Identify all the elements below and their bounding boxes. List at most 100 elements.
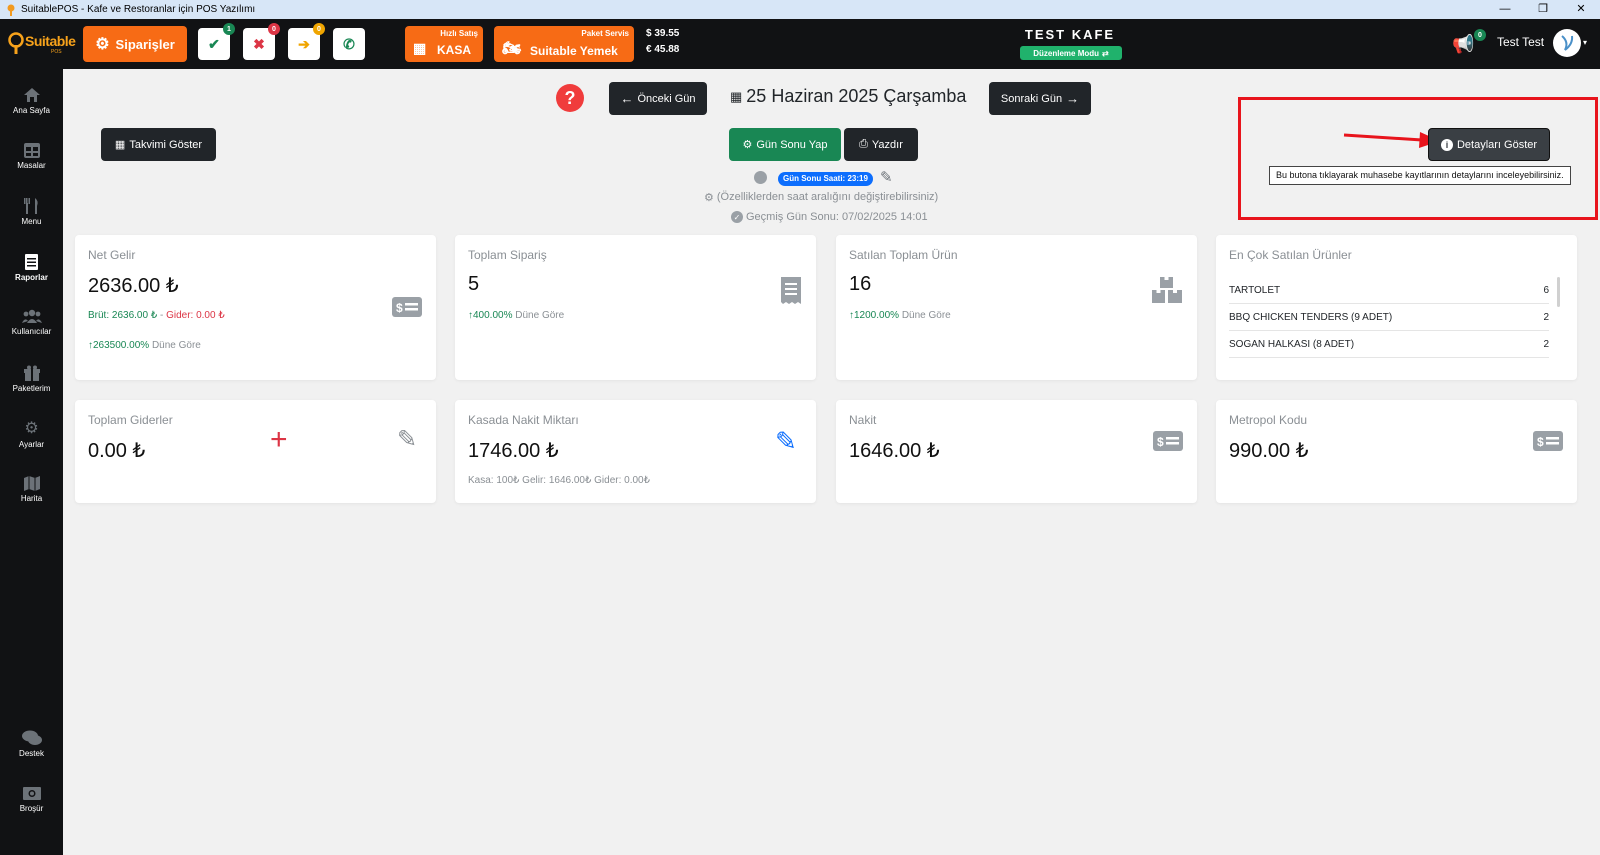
sidebar-item-support[interactable]: Destek — [0, 730, 63, 780]
separator: - — [157, 310, 167, 321]
maximize-button[interactable]: ❐ — [1524, 0, 1562, 19]
list-scrollbar[interactable] — [1557, 277, 1560, 307]
sidebar-label: Destek — [19, 749, 44, 758]
card-title: En Çok Satılan Ürünler — [1229, 248, 1352, 262]
product-qty: 6 — [1543, 284, 1549, 296]
previous-day-button[interactable]: ← Önceki Gün — [609, 82, 707, 115]
end-of-day-button[interactable]: ⚙ Gün Sonu Yap — [729, 128, 841, 161]
help-button[interactable]: ? — [556, 84, 584, 112]
cash-register-breakdown: Kasa: 100₺ Gelir: 1646.00₺ Gider: 0.00₺ — [468, 475, 650, 486]
sidebar-item-settings[interactable]: ⚙ Ayarlar — [0, 421, 63, 471]
sidebar-item-map[interactable]: Harita — [0, 476, 63, 526]
change-caption: Düne Göre — [149, 340, 201, 351]
net-income-change: ↑263500.00% Düne Göre — [88, 340, 201, 351]
sidebar-label: Raporlar — [15, 273, 48, 282]
home-icon — [23, 88, 40, 102]
edit-mode-badge[interactable]: Düzenleme Modu ⇄ — [1020, 46, 1122, 60]
sidebar-item-packages[interactable]: Paketlerim — [0, 365, 63, 415]
gears-icon: ⚙ — [95, 36, 110, 53]
logo-subtext: POS — [51, 49, 62, 55]
edit-time-icon[interactable]: ✎ — [880, 168, 893, 186]
sidebar-item-users[interactable]: Kullanıcılar — [0, 309, 63, 359]
money-bill-icon: $ — [392, 297, 422, 317]
total-expenses-value: 0.00 ₺ — [88, 440, 146, 462]
settings-hint-text: (Özelliklerden saat aralığını değiştireb… — [716, 191, 939, 203]
sidebar-item-home[interactable]: Ana Sayfa — [0, 87, 63, 137]
minimize-button[interactable]: — — [1486, 0, 1524, 19]
card-title: Net Gelir — [88, 248, 136, 262]
sidebar-label: Ayarlar — [18, 440, 45, 449]
end-of-day-label: Gün Sonu Yap — [756, 138, 828, 151]
clock-icon — [754, 171, 767, 184]
card-title: Kasada Nakit Miktarı — [468, 413, 579, 427]
gross-expense-line: Brüt: 2636.00 ₺ - Gider: 0.00 ₺ — [88, 310, 225, 321]
usd-rate: $ 39.55 — [646, 28, 680, 39]
user-dropdown-caret[interactable]: ▾ — [1583, 38, 1587, 47]
yemek-label: Suitable Yemek — [530, 44, 618, 58]
add-expense-plus-icon[interactable]: + — [270, 425, 288, 455]
kasa-label: KASA — [437, 43, 472, 57]
product-qty: 2 — [1543, 338, 1549, 350]
list-item: TARTOLET 6 — [1229, 277, 1549, 304]
cancelled-count-badge: 0 — [268, 23, 280, 35]
change-value: 400.00% — [473, 310, 513, 321]
edit-expenses-icon[interactable]: ✎ — [397, 428, 417, 452]
arrow-left-icon: ← — [620, 91, 634, 106]
sidebar-item-brochure[interactable]: Broşür — [0, 785, 63, 835]
total-orders-card: Toplam Sipariş 5 ↑400.00% Düne Göre — [455, 235, 816, 380]
forwarded-orders-button[interactable]: ➔ 0 — [288, 23, 325, 60]
user-name[interactable]: Test Test — [1497, 35, 1544, 49]
product-qty: 2 — [1543, 311, 1549, 323]
window-title: SuitablePOS - Kafe ve Restoranlar için P… — [21, 4, 256, 15]
gears-icon: ⚙ — [24, 420, 39, 437]
sidebar-label: Broşür — [19, 804, 44, 813]
brochure-icon — [22, 787, 41, 800]
product-name: SOGAN HALKASI (8 ADET) — [1229, 338, 1355, 350]
card-title: Nakit — [849, 413, 877, 427]
user-avatar[interactable] — [1553, 29, 1581, 57]
next-day-button[interactable]: Sonraki Gün → — [989, 82, 1091, 115]
money-bill-icon: $ — [1153, 431, 1183, 451]
question-icon: ? — [564, 87, 576, 108]
suitablepos-logo[interactable]: Suitable POS — [6, 31, 78, 57]
phone-icon: ✆ — [343, 35, 355, 52]
print-button[interactable]: ⎙ Yazdır — [844, 128, 918, 161]
product-name: BBQ CHICKEN TENDERS (9 ADET) — [1229, 311, 1393, 323]
kasa-button[interactable]: Hızlı Satış ▦ KASA — [405, 26, 483, 62]
info-icon: i — [1440, 138, 1453, 151]
suitable-yemek-button[interactable]: Paket Servis 🏍 Suitable Yemek — [494, 26, 634, 62]
next-day-label: Sonraki Gün — [1000, 92, 1063, 105]
cross-icon: ✖ — [253, 35, 265, 52]
cancelled-orders-button[interactable]: ✖ 0 — [243, 23, 280, 60]
sidebar: Ana Sayfa Masalar Menu Raporlar Kullanıc… — [0, 69, 63, 855]
sidebar-item-menu[interactable]: Menu — [0, 198, 63, 248]
check-circle-icon: ✓ — [731, 211, 743, 223]
approved-orders-button[interactable]: ✔ 1 — [198, 23, 235, 60]
settings-hint: ⚙ (Özelliklerden saat aralığını değiştir… — [704, 191, 938, 204]
cash-register-icon: ▦ — [413, 40, 427, 56]
svg-text:$: $ — [1537, 435, 1544, 449]
past-end-of-day-text: Geçmiş Gün Sonu: 07/02/2025 14:01 — [746, 211, 928, 223]
sidebar-label: Menu — [21, 217, 42, 226]
change-value: 1200.00% — [854, 310, 900, 321]
show-calendar-button[interactable]: ▦ Takvimi Göster — [101, 128, 216, 161]
card-title: Toplam Sipariş — [468, 248, 547, 262]
receipt-icon — [25, 254, 38, 270]
total-orders-value: 5 — [468, 273, 480, 295]
phone-orders-button[interactable]: ✆ — [333, 28, 365, 60]
edit-cash-icon[interactable]: ✎ — [775, 428, 797, 454]
close-window-button[interactable]: ✕ — [1562, 0, 1600, 19]
top-products-card: En Çok Satılan Ürünler TARTOLET 6 BBQ CH… — [1216, 235, 1577, 380]
sidebar-item-tables[interactable]: Masalar — [0, 143, 63, 193]
metropol-card: Metropol Kodu 990.00 ₺ $ — [1216, 400, 1577, 503]
orders-button[interactable]: ⚙ Siparişler — [83, 26, 187, 62]
tooltip-text: Bu butona tıklayarak muhasebe kayıtların… — [1276, 170, 1564, 180]
sidebar-label: Paketlerim — [12, 384, 51, 393]
sidebar-item-reports[interactable]: Raporlar — [0, 254, 63, 304]
megaphone-icon[interactable]: 📢 — [1452, 34, 1474, 55]
show-details-button[interactable]: i Detayları Göster — [1428, 128, 1550, 161]
end-of-day-time-badge: Gün Sonu Saati: 23:19 — [778, 172, 873, 186]
svg-text:$: $ — [396, 301, 403, 315]
sidebar-label: Kullanıcılar — [11, 327, 52, 336]
products-sold-card: Satılan Toplam Ürün 16 ↑1200.00% Düne Gö… — [836, 235, 1197, 380]
